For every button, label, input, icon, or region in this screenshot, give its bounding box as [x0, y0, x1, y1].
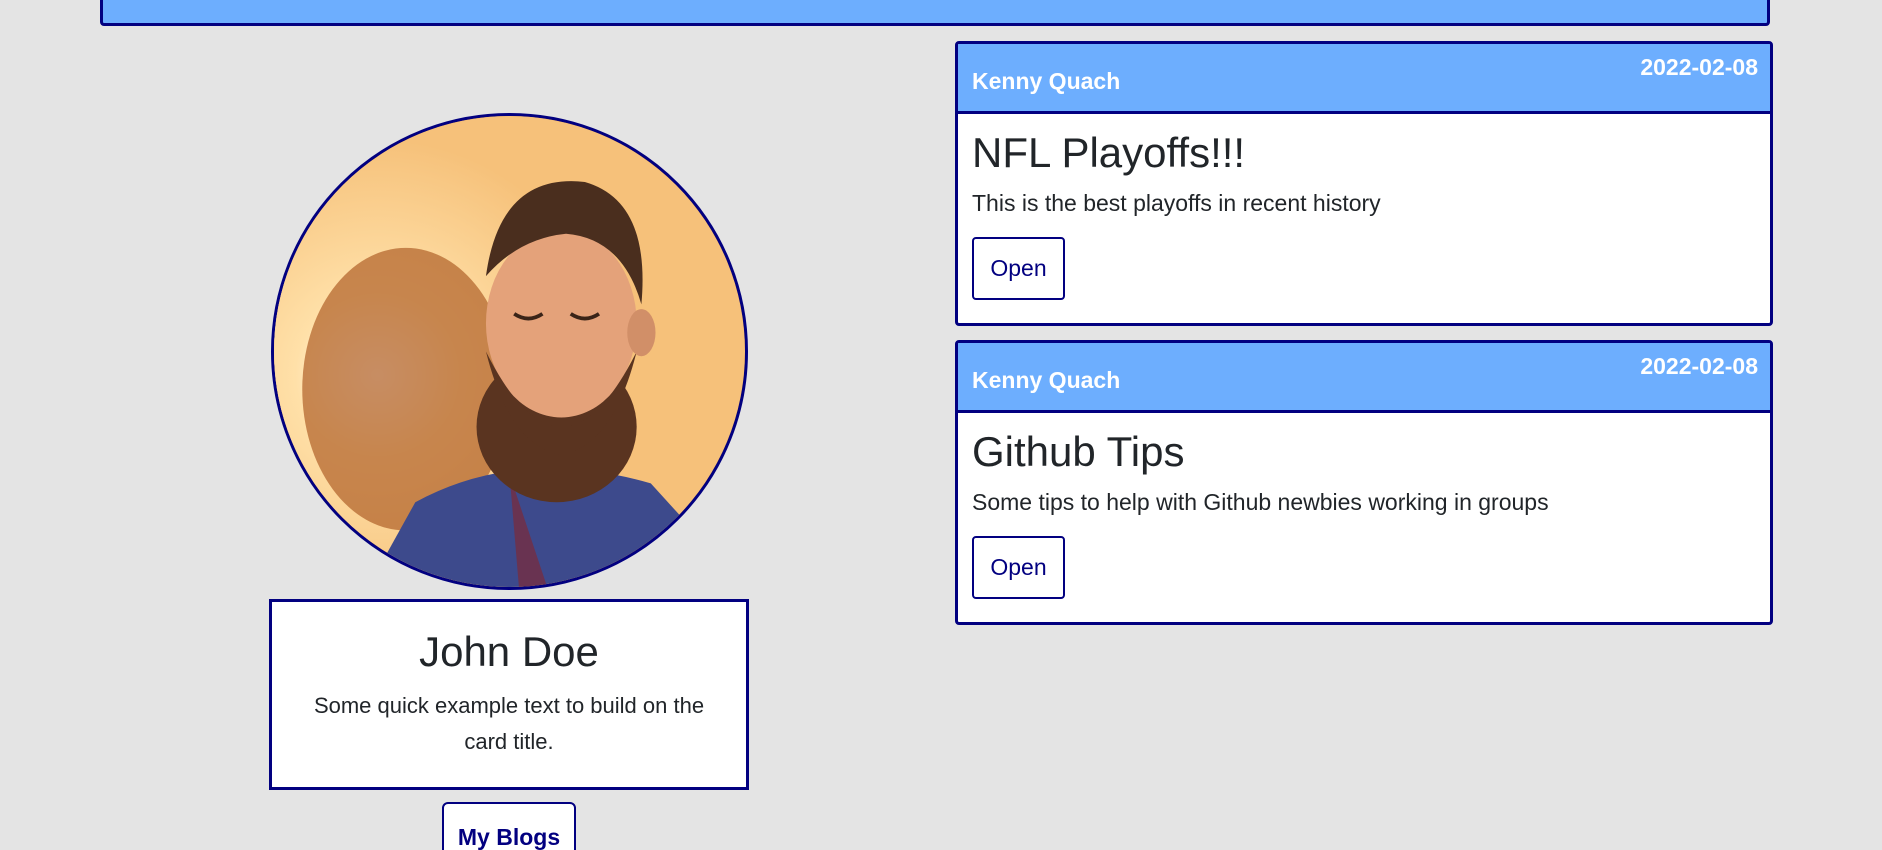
top-banner: [100, 0, 1770, 26]
blog-card: Kenny Quach 2022-02-08 NFL Playoffs!!! T…: [955, 41, 1773, 326]
blog-title: Github Tips: [972, 428, 1185, 475]
profile-description: Some quick example text to build on the …: [313, 693, 705, 755]
blog-date: 2022-02-08: [1640, 54, 1758, 80]
blog-author: Kenny Quach: [972, 367, 1121, 393]
blog-author: Kenny Quach: [972, 68, 1121, 94]
blog-date: 2022-02-08: [1640, 353, 1758, 379]
my-blogs-button[interactable]: My Blogs: [442, 802, 576, 850]
page: John Doe Some quick example text to buil…: [0, 0, 1882, 850]
blog-card-header: Kenny Quach 2022-02-08: [958, 343, 1770, 413]
open-blog-button[interactable]: Open: [972, 536, 1065, 600]
blog-card-header: Kenny Quach 2022-02-08: [958, 44, 1770, 114]
profile-name: John Doe: [419, 628, 599, 675]
blog-card-body: NFL Playoffs!!! This is the best playoff…: [958, 114, 1770, 301]
blog-title: NFL Playoffs!!!: [972, 129, 1246, 176]
blog-card: Kenny Quach 2022-02-08 Github Tips Some …: [955, 340, 1773, 625]
avatar: [271, 113, 748, 590]
blog-summary: Some tips to help with Github newbies wo…: [972, 489, 1549, 516]
profile-card: John Doe Some quick example text to buil…: [269, 599, 749, 790]
blog-card-body: Github Tips Some tips to help with Githu…: [958, 413, 1770, 600]
blog-summary: This is the best playoffs in recent hist…: [972, 190, 1381, 217]
profile-photo: [274, 116, 745, 587]
open-blog-button[interactable]: Open: [972, 237, 1065, 301]
